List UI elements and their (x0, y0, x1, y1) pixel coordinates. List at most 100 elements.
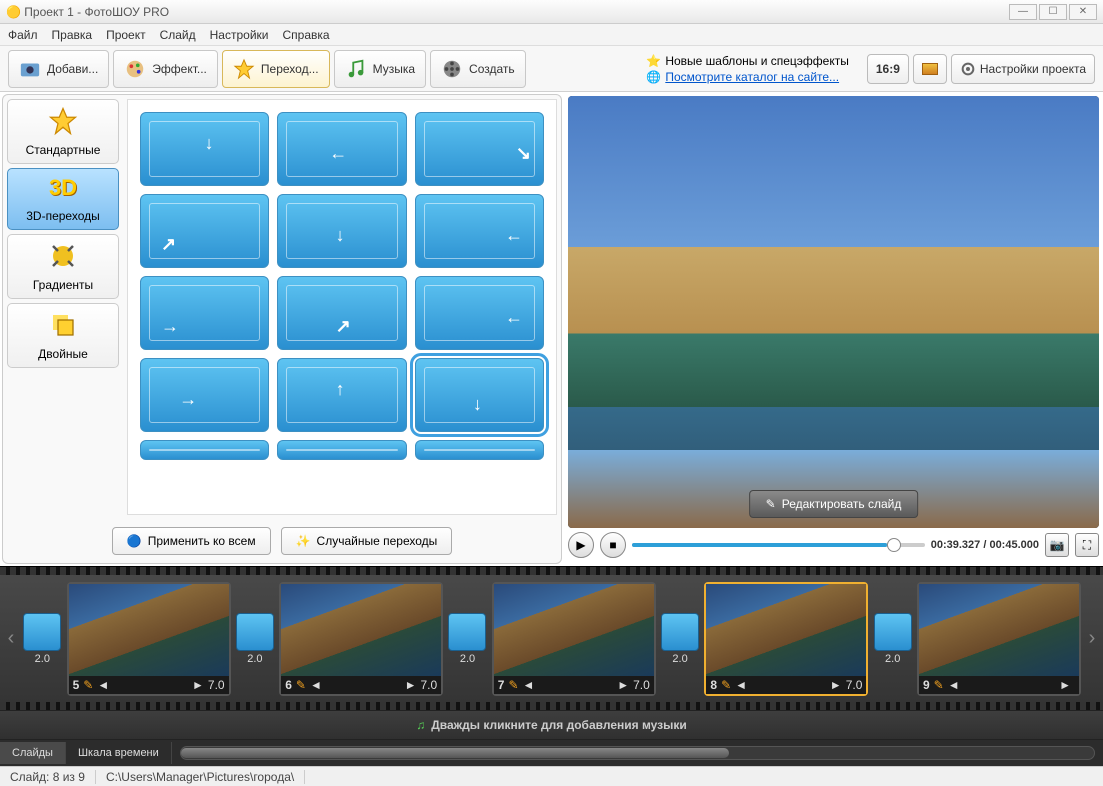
transition-thumb[interactable]: → (140, 276, 269, 350)
tab-music[interactable]: Музыка (334, 50, 426, 88)
cat-standard[interactable]: Стандартные (7, 99, 119, 164)
gear-icon (960, 61, 976, 77)
transition-chip[interactable]: 2.0 (22, 613, 63, 665)
transition-chip-icon (661, 613, 699, 651)
fullscreen-button[interactable]: ⛶ (1075, 533, 1099, 557)
nav-right-icon[interactable]: ► (830, 678, 842, 692)
slide-thumbnail (494, 584, 654, 676)
preview-viewport[interactable]: ✎ Редактировать слайд (568, 96, 1099, 528)
tab-effects[interactable]: Эффект... (113, 50, 218, 88)
cat-gradients[interactable]: Градиенты (7, 234, 119, 299)
nav-right-icon[interactable]: ► (405, 678, 417, 692)
menu-slide[interactable]: Слайд (160, 28, 196, 42)
timeline-scrollbar[interactable] (180, 746, 1095, 760)
nav-left-icon[interactable]: ◄ (310, 678, 322, 692)
transition-thumb[interactable]: ↓ (277, 194, 406, 268)
transition-chip[interactable]: 2.0 (447, 613, 488, 665)
edit-icon[interactable]: ✎ (508, 678, 518, 692)
transition-thumb[interactable]: ↓ (140, 112, 269, 186)
slide-thumbnail (69, 584, 229, 676)
menu-settings[interactable]: Настройки (210, 28, 269, 42)
menu-help[interactable]: Справка (282, 28, 329, 42)
nav-right-icon[interactable]: ► (617, 678, 629, 692)
star-icon (43, 106, 83, 136)
category-strip: Стандартные 3D 3D-переходы Градиенты Дво… (3, 95, 123, 519)
nav-left-icon[interactable]: ◄ (735, 678, 747, 692)
tab-add[interactable]: Добави... (8, 50, 109, 88)
cat-double[interactable]: Двойные (7, 303, 119, 368)
edit-slide-button[interactable]: ✎ Редактировать слайд (749, 490, 919, 518)
aspect-button[interactable]: 16:9 (867, 54, 909, 84)
link-catalog[interactable]: Посмотрите каталог на сайте... (665, 70, 839, 84)
tab-transitions[interactable]: Переход... (222, 50, 330, 88)
edit-icon[interactable]: ✎ (296, 678, 306, 692)
tab-create[interactable]: Создать (430, 50, 526, 88)
stop-button[interactable]: ■ (600, 532, 626, 558)
nav-right-icon[interactable]: ► (192, 678, 204, 692)
edit-icon[interactable]: ✎ (721, 678, 731, 692)
tab-slides[interactable]: Слайды (0, 742, 66, 764)
display-mode-button[interactable] (913, 54, 947, 84)
close-button[interactable]: ✕ (1069, 4, 1097, 20)
transition-chip-icon (236, 613, 274, 651)
play-button[interactable]: ▶ (568, 532, 594, 558)
transition-chip[interactable]: 2.0 (872, 613, 913, 665)
timeline-next[interactable]: › (1081, 627, 1103, 650)
tab-timescale[interactable]: Шкала времени (66, 742, 172, 764)
slides-row: 2.05✎◄►7.02.06✎◄►7.02.07✎◄►7.02.08✎◄►7.0… (22, 582, 1081, 696)
gradient-icon (43, 241, 83, 271)
snapshot-button[interactable]: 📷 (1045, 533, 1069, 557)
nav-right-icon[interactable]: ► (1059, 678, 1071, 692)
seek-slider[interactable] (632, 543, 925, 547)
nav-left-icon[interactable]: ◄ (523, 678, 535, 692)
slide-card[interactable]: 9✎◄► (917, 582, 1081, 696)
transition-chip[interactable]: 2.0 (235, 613, 276, 665)
nav-left-icon[interactable]: ◄ (97, 678, 109, 692)
pencil-icon: ✎ (766, 497, 776, 511)
transition-thumb[interactable]: ↑ (277, 358, 406, 432)
cat-3d[interactable]: 3D 3D-переходы (7, 168, 119, 230)
transition-thumb[interactable]: ← (415, 276, 544, 350)
music-track[interactable]: ♫ Дважды кликните для добавления музыки (0, 710, 1103, 740)
transition-chip[interactable]: 2.0 (660, 613, 701, 665)
slide-number: 8 (710, 678, 717, 692)
transition-thumb[interactable]: ↗ (277, 276, 406, 350)
transition-thumb[interactable]: ↓ (415, 358, 544, 432)
timeline: ‹ 2.05✎◄►7.02.06✎◄►7.02.07✎◄►7.02.08✎◄►7… (0, 566, 1103, 766)
menu-edit[interactable]: Правка (52, 28, 93, 42)
project-settings-button[interactable]: Настройки проекта (951, 54, 1095, 84)
nav-left-icon[interactable]: ◄ (948, 678, 960, 692)
star-icon (233, 58, 255, 80)
transition-chip-icon (23, 613, 61, 651)
transition-thumb[interactable]: ↗ (140, 194, 269, 268)
transition-thumb[interactable]: ↘ (415, 112, 544, 186)
camera-icon (19, 58, 41, 80)
maximize-button[interactable]: ☐ (1039, 4, 1067, 20)
slide-card[interactable]: 8✎◄►7.0 (704, 582, 868, 696)
transition-thumb[interactable] (415, 440, 544, 460)
edit-icon[interactable]: ✎ (934, 678, 944, 692)
menu-project[interactable]: Проект (106, 28, 146, 42)
transition-thumb[interactable]: ← (277, 112, 406, 186)
transitions-grid[interactable]: ↓ ← ↘ ↗ ↓ ← → ↗ ← → ↑ ↓ (127, 99, 557, 515)
transition-thumb[interactable]: ← (415, 194, 544, 268)
slide-card[interactable]: 7✎◄►7.0 (492, 582, 656, 696)
transition-thumb[interactable]: → (140, 358, 269, 432)
slide-card[interactable]: 5✎◄►7.0 (67, 582, 231, 696)
slide-card[interactable]: 6✎◄►7.0 (279, 582, 443, 696)
preview-panel: ✎ Редактировать слайд ▶ ■ 00:39.327 / 00… (564, 92, 1103, 566)
random-button[interactable]: ✨Случайные переходы (281, 527, 453, 555)
slide-number: 7 (498, 678, 505, 692)
link-templates[interactable]: Новые шаблоны и спецэффекты (665, 54, 849, 68)
edit-icon[interactable]: ✎ (83, 678, 93, 692)
menu-file[interactable]: Файл (8, 28, 38, 42)
transition-thumb[interactable] (277, 440, 406, 460)
transition-thumb[interactable] (140, 440, 269, 460)
transition-duration: 2.0 (247, 653, 262, 665)
apply-all-button[interactable]: 🔵Применить ко всем (112, 527, 271, 555)
wand-icon: ✨ (296, 534, 311, 548)
minimize-button[interactable]: — (1009, 4, 1037, 20)
slide-duration: 7.0 (421, 678, 438, 692)
timeline-prev[interactable]: ‹ (0, 627, 22, 650)
music-icon (345, 58, 367, 80)
